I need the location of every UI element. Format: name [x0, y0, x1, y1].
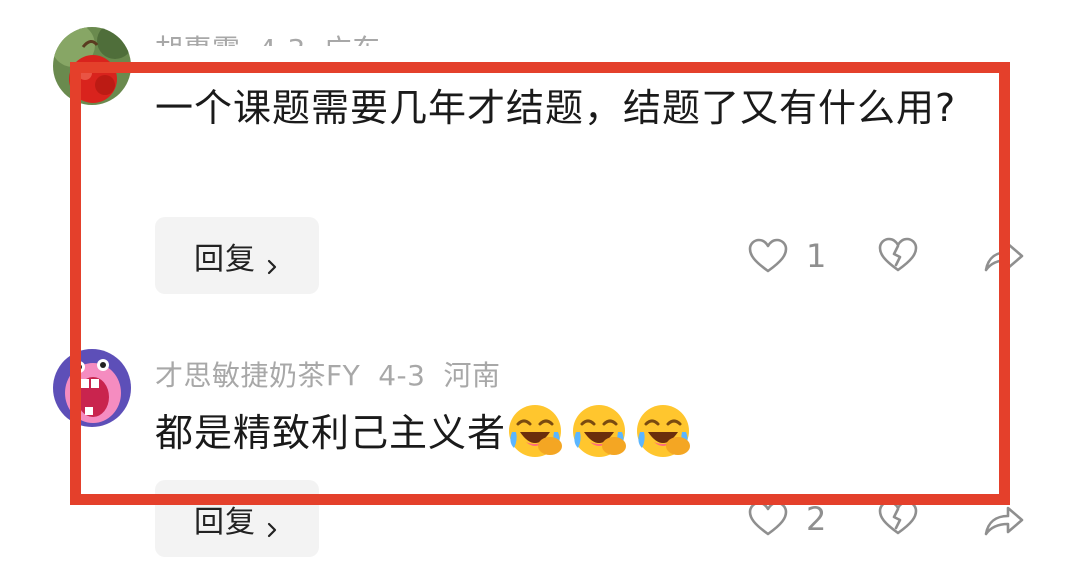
username[interactable]: 胡惠霞	[155, 33, 241, 46]
comment-date: 4-3	[258, 33, 306, 66]
reply-button[interactable]: 回复	[155, 480, 319, 557]
chevron-right-icon	[264, 248, 280, 274]
reply-label: 回复	[194, 504, 256, 540]
dislike-button[interactable]	[878, 237, 918, 273]
username[interactable]: 才思敏捷奶茶FY	[155, 359, 360, 392]
like-button[interactable]: 1	[748, 237, 826, 275]
heart-icon	[748, 501, 788, 537]
reply-button[interactable]: 回复	[155, 217, 319, 294]
like-count: 2	[806, 500, 827, 538]
comment-location: 广东	[323, 33, 381, 66]
broken-heart-icon	[878, 237, 918, 273]
like-button[interactable]: 2	[748, 500, 826, 538]
share-button[interactable]	[982, 238, 1024, 274]
comment-text-body: 都是精致利己主义者	[155, 411, 507, 455]
comment-text: 一个课题需要几年才结题，结题了又有什么用?	[155, 86, 957, 130]
heart-icon	[748, 238, 788, 274]
avatar[interactable]	[53, 349, 131, 427]
laughing-crying-emoji	[506, 402, 564, 460]
comment-text: 都是精致利己主义者	[155, 402, 1005, 463]
comment-date: 4-3	[378, 359, 426, 392]
share-icon	[982, 238, 1024, 274]
comment-meta: 胡惠霞 4-3 广东	[155, 28, 399, 66]
avatar[interactable]	[53, 27, 131, 105]
laughing-crying-emoji	[634, 402, 692, 460]
share-button[interactable]	[982, 502, 1024, 538]
chevron-right-icon	[264, 511, 280, 537]
share-icon	[982, 502, 1024, 538]
reply-label: 回复	[194, 241, 256, 277]
comment-location: 河南	[443, 359, 501, 392]
laughing-crying-emoji	[570, 402, 628, 460]
broken-heart-icon	[878, 500, 918, 536]
dislike-button[interactable]	[878, 500, 918, 536]
comment-meta: 才思敏捷奶茶FY 4-3 河南	[155, 354, 518, 394]
comment-list: 胡惠霞 4-3 广东 一个课题需要几年才结题，结题了又有什么用? 回复 1 才思…	[0, 0, 1080, 575]
like-count: 1	[806, 237, 827, 275]
